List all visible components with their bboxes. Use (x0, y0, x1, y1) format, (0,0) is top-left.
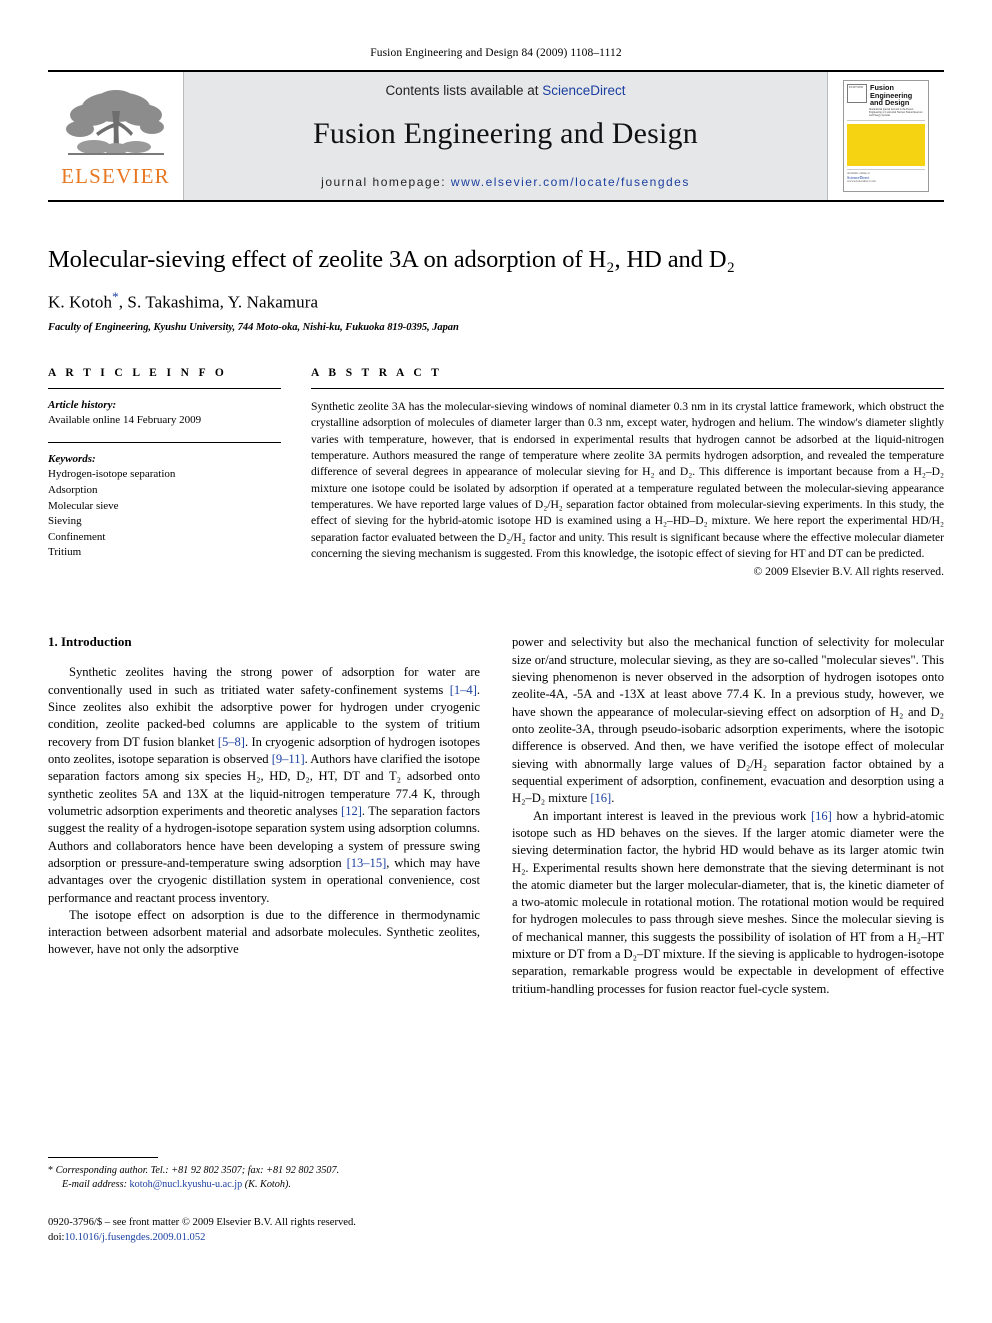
citation-link[interactable]: [16] (590, 791, 611, 805)
author-corresponding: K. Kotoh (48, 293, 113, 313)
body-column-right: power and selectivity but also the mecha… (512, 634, 944, 998)
journal-homepage-line: journal homepage: www.elsevier.com/locat… (321, 175, 690, 189)
elsevier-wordmark: ELSEVIER (61, 164, 170, 188)
email-label: E-mail address: (62, 1179, 127, 1191)
keywords-block: Keywords: Hydrogen-isotope separation Ad… (48, 452, 281, 561)
citation-link[interactable]: [12] (341, 804, 362, 818)
citation-link[interactable]: [5–8] (218, 735, 245, 749)
paragraph: The isotope effect on adsorption is due … (48, 907, 480, 957)
asterisk-icon: * (48, 1165, 54, 1176)
paragraph: power and selectivity but also the mecha… (512, 635, 944, 806)
corresponding-author-text: Corresponding author. Tel.: +81 92 802 3… (55, 1165, 340, 1176)
homepage-url-link[interactable]: www.elsevier.com/locate/fusengdes (451, 175, 690, 189)
affiliation: Faculty of Engineering, Kyushu Universit… (48, 322, 459, 334)
abstract-copyright: © 2009 Elsevier B.V. All rights reserved… (753, 565, 944, 579)
page-title: Molecular-sieving effect of zeolite 3A o… (48, 246, 735, 273)
email-suffix: (K. Kotoh). (244, 1179, 291, 1191)
masthead-center: Contents lists available at ScienceDirec… (183, 72, 828, 200)
keyword-item: Molecular sieve (48, 499, 119, 512)
citation-link[interactable]: [16] (811, 809, 832, 823)
doi-link[interactable]: 10.1016/j.fusengdes.2009.01.052 (64, 1232, 205, 1243)
keywords-label: Keywords: (48, 452, 96, 465)
citation-link[interactable]: [13–15] (347, 856, 387, 870)
corresponding-author-marker: * (112, 289, 119, 305)
corresponding-author-note: * Corresponding author. Tel.: +81 92 802… (48, 1164, 480, 1178)
homepage-prefix: journal homepage: (321, 175, 447, 189)
keyword-item: Sieving (48, 515, 82, 528)
title-block: Molecular-sieving effect of zeolite 3A o… (48, 245, 944, 333)
elsevier-tree-icon (65, 90, 164, 155)
keyword-item: Tritium (48, 546, 82, 559)
keyword-item: Hydrogen-isotope separation (48, 468, 176, 481)
author-others: , S. Takashima, Y. Nakamura (118, 293, 319, 313)
running-head: Fusion Engineering and Design 84 (2009) … (370, 47, 622, 59)
footnote-block: * Corresponding author. Tel.: +81 92 802… (48, 1157, 480, 1245)
doi-label: doi: (48, 1231, 65, 1243)
info-abstract-region: A R T I C L E I N F O Article history: A… (48, 367, 944, 578)
cover-color-block (847, 124, 925, 166)
body-column-left: 1. Introduction Synthetic zeolites havin… (48, 634, 480, 998)
section-heading-introduction: 1. Introduction (48, 634, 132, 650)
article-info-heading: A R T I C L E I N F O (48, 367, 228, 380)
cover-footer-url: www.sciencedirect.com (847, 179, 876, 184)
email-link[interactable]: kotoh@nucl.kyushu-u.ac.jp (130, 1179, 243, 1190)
issn-copyright-line: 0920-3796/$ – see front matter © 2009 El… (48, 1216, 356, 1228)
cover-journal-subtitle: International journal devoted to the Fus… (869, 107, 923, 117)
divider (48, 388, 281, 390)
contents-available-line: Contents lists available at ScienceDirec… (385, 83, 625, 98)
cover-footer: Available online at ScienceDirect www.sc… (847, 169, 925, 188)
paragraph: Synthetic zeolites having the strong pow… (48, 665, 480, 905)
article-history-label: Article history: (48, 399, 117, 412)
abstract-column: A B S T R A C T Synthetic zeolite 3A has… (311, 367, 944, 578)
journal-title: Fusion Engineering and Design (313, 117, 698, 150)
article-history-value: Available online 14 February 2009 (48, 413, 202, 426)
footnote-divider (48, 1157, 158, 1158)
abstract-heading: A B S T R A C T (311, 367, 443, 380)
journal-article-page: Fusion Engineering and Design 84 (2009) … (0, 0, 992, 1323)
body-columns: 1. Introduction Synthetic zeolites havin… (48, 634, 944, 998)
citation-link[interactable]: [1–4] (450, 683, 477, 697)
cover-header: ELSEVIER Fusion Engineering and Design I… (847, 84, 925, 121)
contents-prefix: Contents lists available at (385, 83, 543, 98)
author-list: K. Kotoh*, S. Takashima, Y. Nakamura (48, 289, 944, 313)
cover-publisher-badge: ELSEVIER (847, 84, 867, 103)
imprint-block: 0920-3796/$ – see front matter © 2009 El… (48, 1215, 480, 1246)
divider (48, 441, 281, 443)
paragraph: An important interest is leaved in the p… (512, 808, 945, 996)
journal-cover-thumbnail: ELSEVIER Fusion Engineering and Design I… (828, 72, 944, 200)
article-info-column: A R T I C L E I N F O Article history: A… (48, 367, 281, 578)
cover-journal-title: Fusion Engineering and Design (870, 83, 913, 108)
keyword-item: Adsorption (48, 483, 98, 496)
keyword-item: Confinement (48, 530, 106, 543)
article-history: Article history: Available online 14 Feb… (48, 398, 281, 428)
doi-line: doi:10.1016/j.fusengdes.2009.01.052 (48, 1230, 480, 1245)
divider (311, 388, 944, 390)
abstract-text: Synthetic zeolite 3A has the molecular-s… (311, 400, 944, 561)
journal-masthead: ELSEVIER Contents lists available at Sci… (48, 70, 944, 202)
citation-link[interactable]: [9–11] (272, 752, 305, 766)
sciencedirect-link[interactable]: ScienceDirect (542, 83, 625, 98)
elsevier-logo: ELSEVIER (48, 72, 183, 200)
email-note: E-mail address: kotoh@nucl.kyushu-u.ac.j… (48, 1178, 480, 1192)
cover-image: ELSEVIER Fusion Engineering and Design I… (843, 80, 929, 192)
